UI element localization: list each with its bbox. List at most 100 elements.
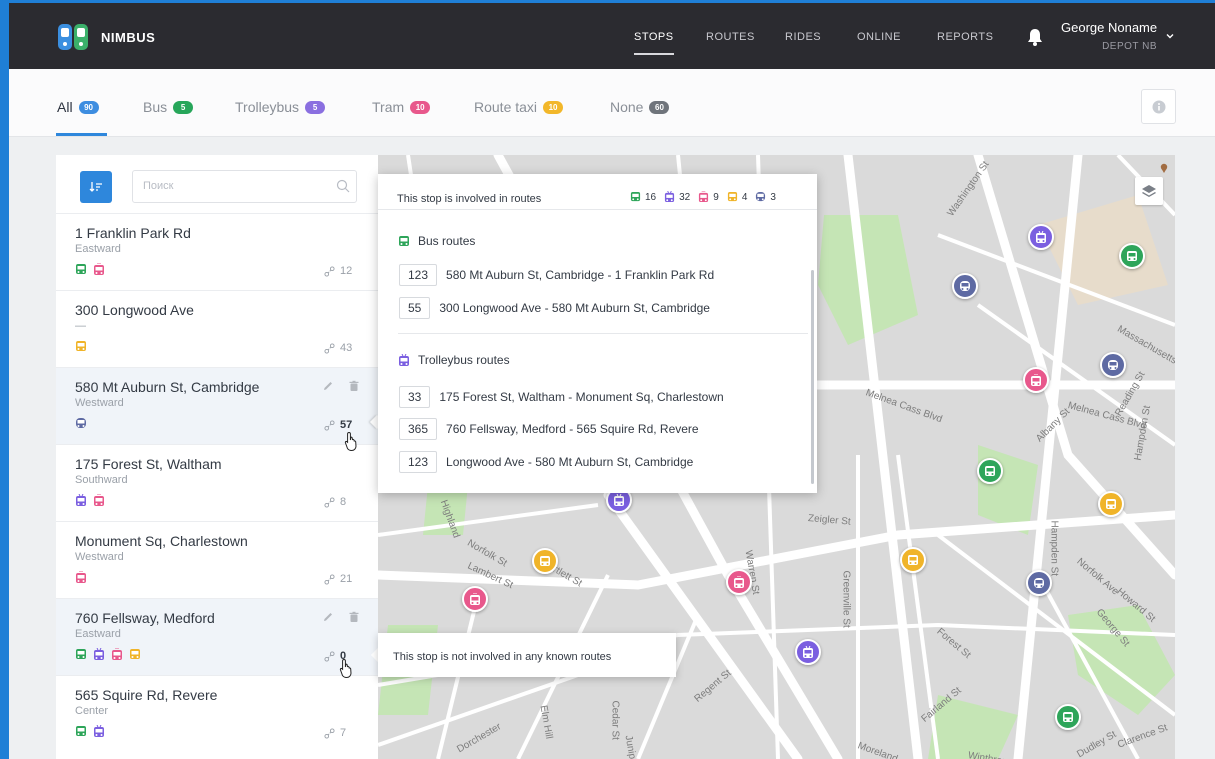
nimbus-logo-icon[interactable] [57,23,89,51]
map-layers-button[interactable] [1135,177,1163,205]
map-poi-marker-icon [1160,163,1168,173]
trash-icon[interactable] [348,380,360,392]
map-stop-pin[interactable] [726,569,752,595]
stop-list-item[interactable]: 300 Longwood Ave — 43 [56,290,378,367]
filter-tab-bus[interactable]: Bus 5 [143,99,194,115]
bell-icon[interactable] [1026,27,1044,47]
map-stop-pin[interactable] [1055,704,1081,730]
filter-label: None [610,99,644,115]
route-number: 123 [399,264,438,286]
stop-routes-popup: This stop is involved in routes 16 32 9 4 3 … [378,174,817,493]
route-row[interactable]: 123 580 Mt Auburn St, Cambridge - 1 Fran… [399,264,714,286]
tram-icon [94,263,104,275]
route-row[interactable]: 123 Longwood Ave - 580 Mt Auburn St, Cam… [399,451,693,473]
route-link-icon [324,265,335,277]
popup-header: This stop is involved in routes 16 32 9 4 3 [378,174,817,210]
map-stop-pin[interactable] [1028,224,1054,250]
map-stop-pin[interactable] [1026,570,1052,596]
trolleybus-icon [399,353,409,366]
route-count-button[interactable]: 21 [324,573,352,585]
route-count-button[interactable]: 43 [324,342,352,354]
route-number: 365 [399,418,438,440]
map-stop-pin[interactable] [462,586,488,612]
trash-icon[interactable] [348,611,360,623]
map-stop-pin[interactable] [795,639,821,665]
filter-tab-route-taxi[interactable]: Route taxi 10 [474,99,564,115]
popup-divider [398,333,808,334]
bus-icon [985,466,995,476]
filter-tab-tram[interactable]: Tram 10 [372,99,431,115]
route-count-button[interactable]: 7 [324,727,346,739]
nav-stops[interactable]: STOPS [634,31,674,55]
filter-count-badge: 5 [305,100,326,114]
info-button[interactable] [1141,89,1176,124]
route-row[interactable]: 33 175 Forest St, Waltham - Monument Sq,… [399,386,724,408]
stop-list-item[interactable]: 175 Forest St, Waltham Southward 8 [56,444,378,521]
tram-icon [734,576,744,588]
route-count: 8 [340,496,347,508]
route-taxi-icon [130,649,140,659]
popup-count-taxi: 4 [741,191,748,203]
generic-vehicle-icon [960,281,970,291]
map-stop-pin[interactable] [532,548,558,574]
filter-count-badge: 10 [410,100,431,114]
map-street-label: Hampden St [1048,520,1060,577]
map-stop-pin[interactable] [1098,491,1124,517]
filter-count-badge: 60 [649,100,670,114]
popup-count-none: 3 [770,191,776,203]
chevron-down-icon[interactable] [1165,31,1175,41]
stops-sidebar: Поиск 1 Franklin Park Rd Eastward 12 300 Lo… [56,155,378,759]
filter-label: Trolleybus [235,99,300,115]
trolleybus-routes-title: Trolleybus routes [398,353,510,367]
map-stop-pin[interactable] [1119,243,1145,269]
search-input[interactable]: Поиск [132,170,357,203]
route-taxi-icon [908,555,918,565]
route-count-button[interactable]: 57 [324,419,352,431]
stop-list-item[interactable]: 565 Squire Rd, Revere Center 7 [56,675,378,752]
search-icon[interactable] [336,179,350,193]
generic-vehicle-icon [1034,578,1044,588]
generic-vehicle-icon [1108,360,1118,370]
edit-icon[interactable] [322,611,334,623]
no-routes-tooltip: This stop is not involved in any known r… [378,633,676,677]
nav-rides[interactable]: RIDES [785,31,821,43]
nav-online[interactable]: ONLINE [857,31,901,43]
bus-icon [76,264,86,274]
map-stop-pin[interactable] [900,547,926,573]
nav-routes[interactable]: ROUTES [706,31,755,43]
stop-direction: Center [75,705,109,717]
stop-list-item[interactable]: Monument Sq, Charlestown Westward 21 [56,521,378,598]
user-name[interactable]: George Noname [1061,20,1157,35]
active-tab-indicator [56,133,107,136]
bus-icon [630,191,641,202]
map-stop-pin[interactable] [1100,352,1126,378]
stop-list-item[interactable]: 1 Franklin Park Rd Eastward 12 [56,213,378,290]
trolleybus-icon [94,725,104,737]
popup-scrollbar[interactable] [811,270,814,484]
stop-name: 760 Fellsway, Medford [75,610,215,626]
map-stop-pin[interactable] [952,273,978,299]
stop-list-item[interactable]: 580 Mt Auburn St, Cambridge Westward 57 [56,367,378,444]
popup-title: This stop is involved in routes [397,193,542,205]
route-row[interactable]: 55 300 Longwood Ave - 580 Mt Auburn St, … [399,297,710,319]
map-stop-pin[interactable] [977,458,1003,484]
stop-list-item[interactable]: 760 Fellsway, Medford Eastward 0 [56,598,378,675]
route-link-icon [324,419,335,431]
filter-tab-none[interactable]: None 60 [610,99,670,115]
stop-name: 565 Squire Rd, Revere [75,687,218,703]
route-count-button[interactable]: 12 [324,265,352,277]
bus-icon [1063,712,1073,722]
trolleybus-icon [665,191,675,203]
edit-icon[interactable] [322,380,334,392]
stop-vehicle-types [75,340,87,353]
stop-vehicle-types [75,417,87,430]
filter-tab-trolleybus[interactable]: Trolleybus 5 [235,99,326,115]
nav-reports[interactable]: REPORTS [937,31,993,43]
map-stop-pin[interactable] [1023,367,1049,393]
route-count-button[interactable]: 8 [324,496,346,508]
stop-name: 1 Franklin Park Rd [75,225,191,241]
sort-button[interactable] [80,171,112,203]
filter-tab-all[interactable]: All 90 [57,99,99,115]
route-row[interactable]: 365 760 Fellsway, Medford - 565 Squire R… [399,418,699,440]
route-link-icon [324,650,335,662]
